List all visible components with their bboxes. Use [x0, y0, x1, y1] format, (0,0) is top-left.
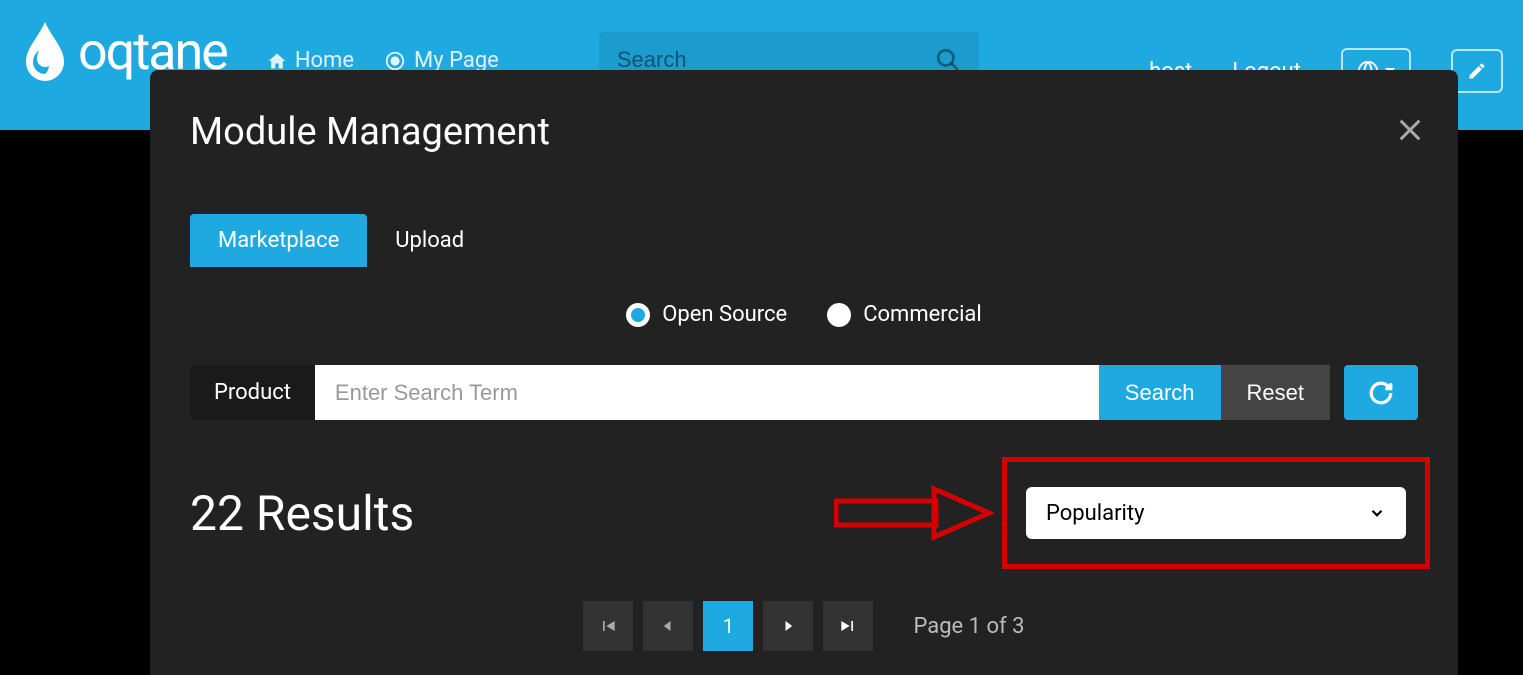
close-icon: [1396, 116, 1424, 144]
search-icon[interactable]: [935, 47, 961, 73]
page-prev-button[interactable]: [643, 601, 693, 651]
page-info: Page 1 of 3: [913, 614, 1024, 639]
page-first-button[interactable]: [583, 601, 633, 651]
product-search-row: Product Search Reset: [190, 365, 1418, 420]
pagination: 1 Page 1 of 3: [180, 601, 1428, 651]
radio-open-source-circle: [626, 303, 650, 327]
product-search-input[interactable]: [315, 365, 1099, 420]
close-button[interactable]: [1392, 112, 1428, 152]
annotation-arrow: [834, 483, 994, 543]
pencil-icon: [1467, 61, 1487, 81]
sort-dropdown-value: Popularity: [1046, 501, 1145, 526]
reset-button[interactable]: Reset: [1221, 365, 1330, 420]
chevron-right-icon: [778, 616, 798, 636]
refresh-button[interactable]: [1344, 365, 1418, 420]
chevron-left-icon: [658, 616, 678, 636]
results-count: 22 Results: [190, 485, 414, 542]
home-icon: [267, 51, 287, 71]
last-page-icon: [838, 616, 858, 636]
product-label: Product: [190, 365, 315, 420]
sort-wrap: Popularity: [1014, 475, 1418, 551]
tabs: Marketplace Upload: [190, 214, 1428, 267]
search-button[interactable]: Search: [1099, 365, 1221, 420]
radio-commercial-label: Commercial: [863, 302, 982, 327]
module-management-modal: Module Management Marketplace Upload Ope…: [150, 70, 1458, 675]
modal-title: Module Management: [190, 110, 550, 154]
sort-dropdown[interactable]: Popularity: [1026, 487, 1406, 539]
refresh-icon: [1368, 380, 1394, 406]
page-1-button[interactable]: 1: [703, 601, 753, 651]
radio-commercial-circle: [827, 303, 851, 327]
page-next-button[interactable]: [763, 601, 813, 651]
tab-upload[interactable]: Upload: [367, 214, 492, 267]
first-page-icon: [598, 616, 618, 636]
nav-search-input[interactable]: [617, 47, 935, 73]
page-last-button[interactable]: [823, 601, 873, 651]
edit-button[interactable]: [1451, 49, 1503, 93]
source-type-radios: Open Source Commercial: [180, 302, 1428, 327]
tab-marketplace[interactable]: Marketplace: [190, 214, 367, 267]
chevron-down-icon: [1368, 504, 1386, 522]
radio-open-source-label: Open Source: [662, 302, 787, 327]
droplet-icon: [20, 20, 70, 82]
results-row: 22 Results Popularity: [190, 475, 1418, 551]
modal-header: Module Management: [180, 110, 1428, 154]
radio-open-source[interactable]: Open Source: [626, 302, 787, 327]
radio-commercial[interactable]: Commercial: [827, 302, 982, 327]
target-icon: [384, 50, 406, 72]
